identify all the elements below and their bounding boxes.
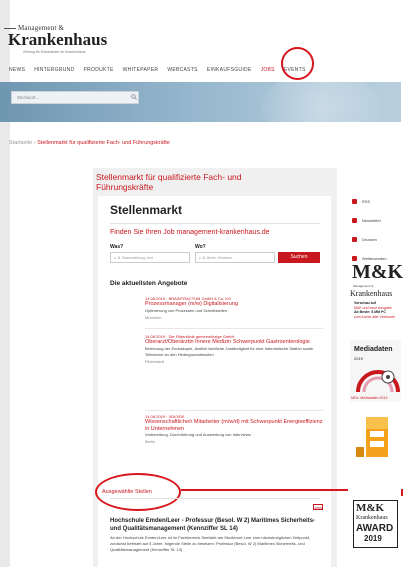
job-divider	[145, 410, 323, 411]
mk-logo-sub: Krankenhaus	[350, 289, 393, 298]
offers-heading: Die aktuellsten Angebote	[110, 280, 188, 287]
search-icon[interactable]	[131, 94, 137, 100]
job-location: München	[145, 314, 162, 320]
sidebar-item-rss[interactable]: RSS	[352, 199, 371, 205]
job-listing[interactable]: 14.08.2019 · BRAINTRACTUM GmbH & Co. KG …	[145, 296, 325, 321]
was-input[interactable]: z. B. Stationsleitung, Arzt	[110, 252, 190, 263]
job-divider	[145, 328, 323, 329]
job-listing[interactable]: 14.08.2019 · VDI/VDE Wissenschaftliche/r…	[145, 414, 325, 445]
was-label: Was?	[110, 244, 124, 250]
search-input[interactable]: Stichwort...	[11, 91, 139, 104]
sidebar-item-label: Newsletter	[362, 218, 381, 223]
jobs-highlight-circle	[281, 47, 314, 80]
nav-hintergrund[interactable]: HINTERGRUND	[34, 64, 74, 76]
mk-logo[interactable]: M&K	[352, 261, 403, 284]
green-site-logo-icon[interactable]	[356, 417, 400, 459]
award-label: AWARD	[356, 523, 394, 534]
mediadaten-year: 2019	[354, 356, 363, 361]
nav-whitepaper[interactable]: WHITEPAPER	[123, 64, 159, 76]
award-year: 2019	[364, 534, 382, 543]
sidebar-item-newsletter[interactable]: Newsletter	[352, 218, 381, 224]
nav-produkte[interactable]: PRODUKTE	[83, 64, 113, 76]
preview-bold: Ab Beste: 5.MM PC	[354, 310, 386, 314]
mail-icon	[352, 218, 357, 224]
preview-archive-link[interactable]: zum Archiv aller Versionen	[354, 315, 395, 319]
print-icon	[352, 237, 357, 243]
stellenmarkt-heading: Stellenmarkt	[110, 203, 183, 217]
rss-icon	[352, 199, 357, 205]
main-nav: NEWS HINTERGRUND PRODUKTE WHITEPAPER WEB…	[9, 64, 315, 76]
divider	[110, 223, 320, 224]
preview-label: Vorschau auf	[354, 301, 376, 305]
mediadaten-title: Mediadaten	[354, 346, 393, 353]
nav-jobs[interactable]: JOBS	[261, 64, 275, 76]
preview-block[interactable]: Vorschau auf M&K und neue Ausgabe Ab Bes…	[354, 301, 400, 319]
featured-job-title[interactable]: Hochschule Emden/Leer - Professur (Besol…	[110, 517, 325, 533]
preview-text: M&K und neue Ausgabe	[354, 305, 392, 310]
sidebar-item-print[interactable]: Drucken	[352, 237, 377, 243]
breadcrumb-current: Stellenmarkt für qualifizierte Fach- und…	[37, 140, 170, 146]
award-logo: M&K	[356, 502, 385, 514]
highlight-connector-line-end	[401, 489, 403, 496]
sidebar-item-label: Drucken	[362, 237, 377, 242]
page-title: Stellenmarkt für qualifizierte Fach- und…	[96, 172, 242, 192]
featured-job-description: An der Hochschule Emden/Leer ist im Fach…	[110, 535, 311, 552]
breadcrumb: Startseite › Stellenmarkt für qualifizie…	[9, 140, 170, 146]
job-location: Berlin	[145, 439, 156, 444]
wo-input[interactable]: z. B. Berlin, München	[195, 252, 275, 263]
logo-tagline: Zeitung für Entscheider im Krankenhaus	[23, 50, 86, 54]
sidebar-item-label: RSS	[362, 199, 371, 204]
featured-highlight-circle	[95, 473, 181, 511]
job-title[interactable]: Wissenschaftliche/r Mitarbeiter (m/w/d) …	[145, 419, 325, 432]
nav-webcasts[interactable]: WEBCASTS	[167, 64, 197, 76]
job-listing[interactable]: 14.08.2019 · Die Filderklinik gemeinnütz…	[145, 334, 325, 365]
award-logo-sub: Krankenhaus	[356, 515, 388, 521]
featured-badge: JOBS	[313, 504, 323, 510]
mk-logo-line: Management &	[353, 284, 374, 288]
mediadaten-caption: NEU: Mediadaten 2019	[351, 396, 388, 400]
breadcrumb-home[interactable]: Startseite	[9, 140, 32, 146]
breadcrumb-separator: ›	[33, 140, 36, 146]
nav-news[interactable]: NEWS	[9, 64, 25, 76]
job-location: Filderstadt	[145, 358, 164, 364]
nav-einkaufsguide[interactable]: EINKAUFSGUIDE	[207, 64, 252, 76]
site-logo[interactable]: Krankenhaus	[8, 30, 107, 50]
divider	[110, 498, 320, 499]
find-job-text: Finden Sie Ihren Job management-krankenh…	[110, 229, 270, 236]
job-description: Betreuung der Endoskopie, ärztlich fachl…	[145, 345, 314, 357]
job-title[interactable]: Oberarzt/Oberärztin Innere Medizin Schwe…	[145, 339, 325, 346]
mediadaten-graphic-icon	[356, 370, 400, 393]
search-button[interactable]: Suchen	[278, 252, 320, 263]
wo-label: Wo?	[195, 244, 206, 250]
